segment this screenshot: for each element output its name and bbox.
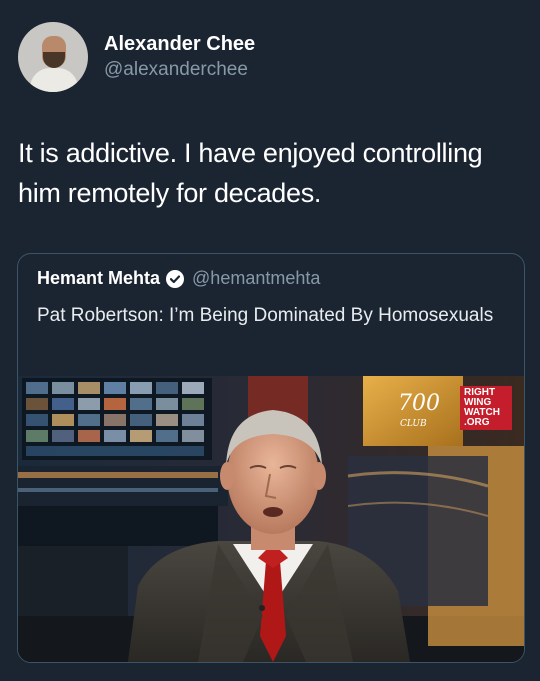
quoted-tweet[interactable]: Hemant Mehta @hemantmehta Pat Robertson:…: [17, 253, 525, 663]
quoted-author-handle: @hemantmehta: [192, 268, 321, 288]
quoted-tweet-text: Pat Robertson: I’m Being Dominated By Ho…: [37, 305, 494, 326]
tweet-header: Alexander Chee @alexanderchee: [18, 22, 255, 92]
right-wing-watch-logo: RIGHT WING WATCH .ORG: [460, 386, 512, 430]
author-display-name[interactable]: Alexander Chee: [104, 32, 255, 56]
author-names: Alexander Chee @alexanderchee: [104, 32, 255, 82]
verified-badge-icon: [166, 269, 185, 288]
quoted-tweet-header: Hemant Mehta @hemantmehta: [37, 268, 320, 289]
svg-text:700: 700: [398, 391, 440, 416]
news-studio-photo: 700 CLUB: [18, 376, 524, 662]
avatar[interactable]: [18, 22, 88, 92]
svg-text:CLUB: CLUB: [400, 419, 427, 429]
quoted-media-image[interactable]: 700 CLUB RIGHT WING WATCH .ORG: [18, 376, 524, 662]
tweet-text: It is addictive. I have enjoyed controll…: [18, 138, 483, 208]
logo-line: .ORG: [464, 417, 490, 428]
author-handle[interactable]: @alexanderchee: [104, 58, 255, 82]
quoted-author-name: Hemant Mehta: [37, 268, 161, 288]
